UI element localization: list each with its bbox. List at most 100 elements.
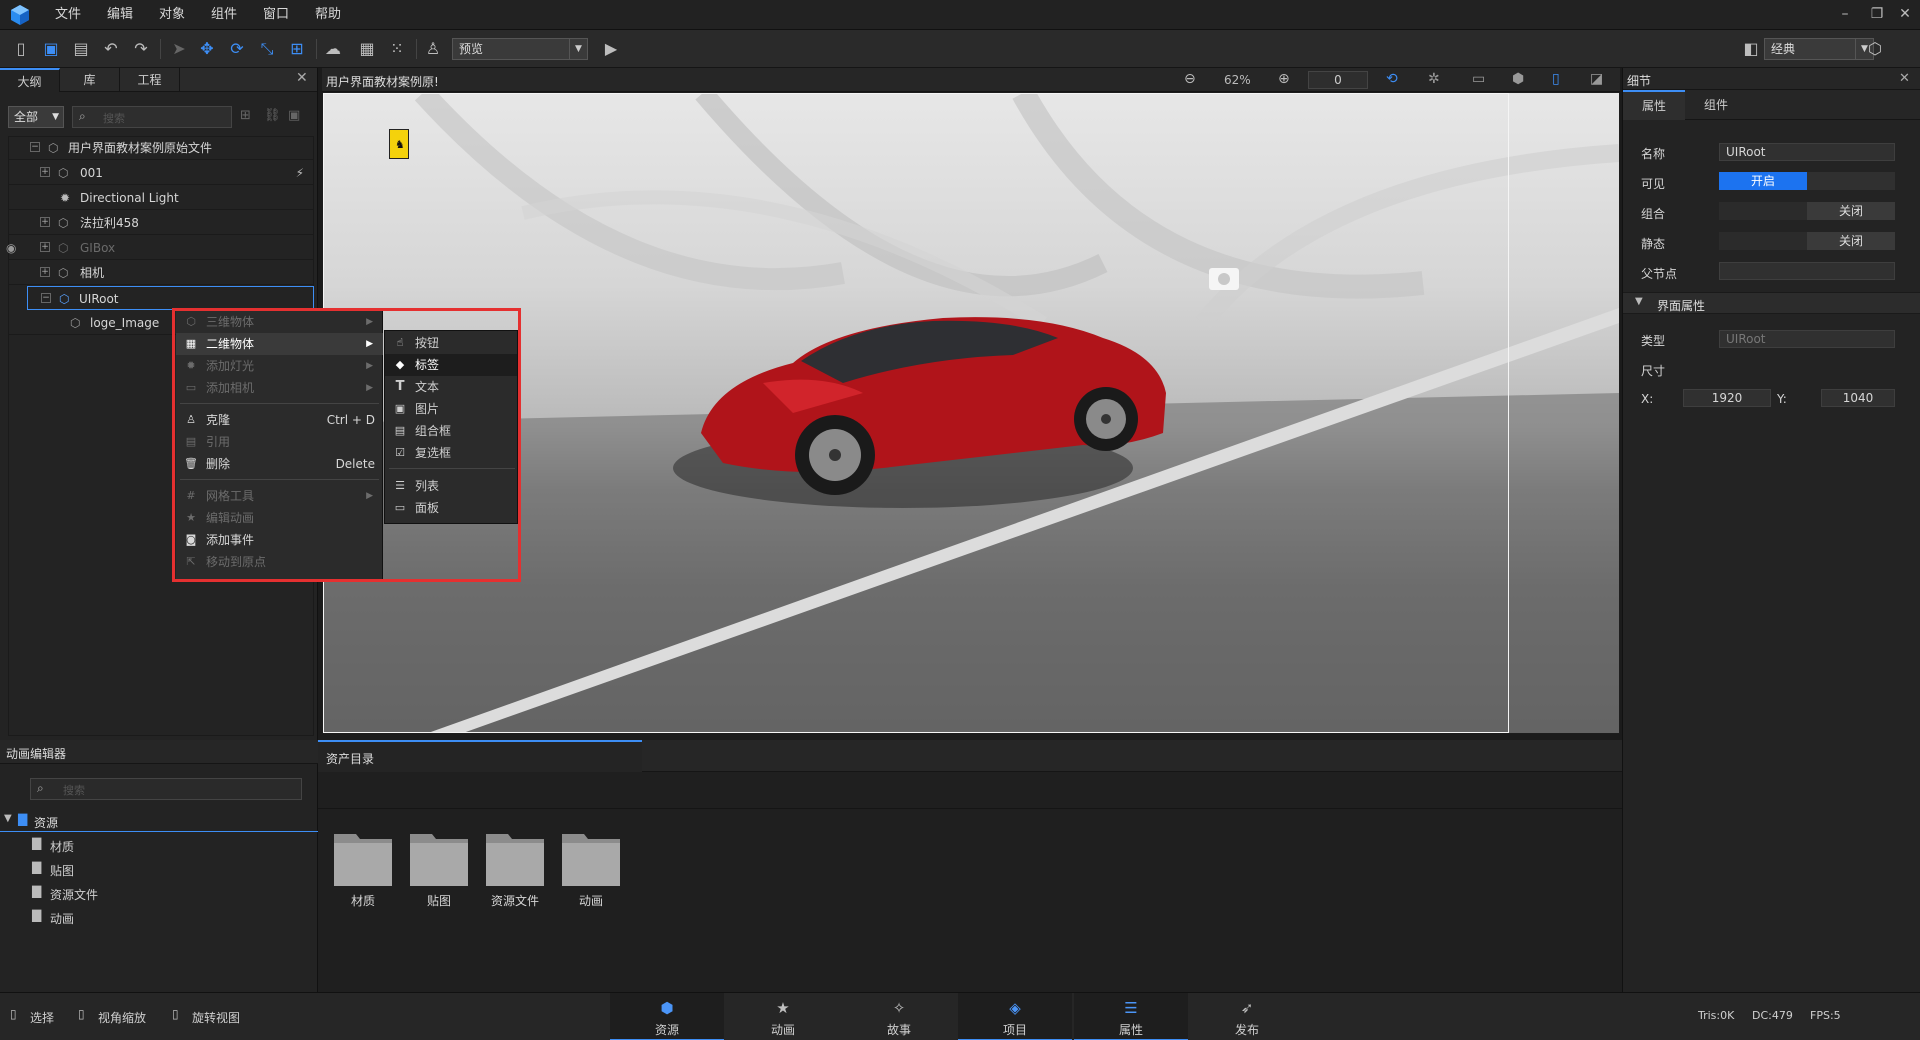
nav-project[interactable]: ◈ 项目 [958,993,1072,1040]
minimize-icon[interactable]: – [1834,4,1856,24]
collapse-icon[interactable]: − [30,142,40,152]
tab-asset-catalog[interactable]: 资产目录 [318,740,642,772]
expand-icon[interactable]: + [40,267,50,277]
submenu-item-list[interactable]: ☰ 列表 [385,475,517,497]
group-toggle-on[interactable] [1719,202,1807,220]
redo-icon[interactable]: ↷ [130,38,152,60]
preview-mode-select[interactable]: 预览 ▼ [452,38,588,60]
outline-search[interactable]: ⌕ 搜索 [72,106,232,128]
submenu-item-text[interactable]: T 文本 [385,376,517,398]
menu-object[interactable]: 对象 [159,0,185,30]
tree-item-light[interactable]: ✹ Directional Light [8,186,314,210]
visible-toggle[interactable]: 开启 [1719,172,1807,190]
expand-icon[interactable]: + [40,167,50,177]
scale-icon[interactable]: ⤡ [256,38,278,60]
menu-item-delete[interactable]: 🗑 删除 Delete [176,453,383,475]
rotate-icon[interactable]: ⟳ [226,38,248,60]
tab-properties[interactable]: 属性 [1623,90,1685,120]
folder-icon[interactable] [484,828,546,888]
menu-help[interactable]: 帮助 [315,0,341,30]
box-icon[interactable]: ⬢ [1512,71,1524,87]
zoom-in-icon[interactable]: ⊕ [1278,71,1290,87]
tree-item-001[interactable]: + ⬡ 001 ⚡ [8,161,314,185]
section-ui-properties[interactable]: ▼ 界面属性 [1623,292,1920,314]
nav-animation[interactable]: ★ 动画 [726,993,840,1040]
close-window-icon[interactable]: ✕ [1894,4,1916,24]
submenu-item-image[interactable]: ▣ 图片 [385,398,517,420]
submenu-item-button[interactable]: ☝ 按钮 [385,332,517,354]
static-toggle-on[interactable] [1719,232,1807,250]
menu-component[interactable]: 组件 [211,0,237,30]
phone-icon[interactable]: ▯ [1552,71,1560,87]
menu-item-add-camera[interactable]: ▭ 添加相机 ▶ [176,377,383,399]
visible-toggle-off[interactable] [1807,172,1895,190]
folder-icon[interactable] [332,828,394,888]
tree-item-uiroot[interactable]: − ⬡ UIRoot [27,286,314,310]
submenu-item-combobox[interactable]: ▤ 组合框 [385,420,517,442]
cloud-icon[interactable]: ☁ [322,38,344,60]
folder-icon[interactable] [560,828,622,888]
group-toggle[interactable]: 关闭 [1807,202,1895,220]
submenu-item-checkbox[interactable]: ☑ 复选框 [385,442,517,464]
play-icon[interactable]: ▶ [600,38,622,60]
static-toggle[interactable]: 关闭 [1807,232,1895,250]
sync-icon[interactable]: ⟲ [1386,71,1398,87]
tree-item-camera[interactable]: + ⬡ 相机 [8,261,314,285]
tree-item-root[interactable]: − ⬡ 用户界面教材案例原始文件 [8,136,314,160]
folder-icon[interactable] [408,828,470,888]
menu-item-add-event[interactable]: ◙ 添加事件 [176,529,383,551]
eye-icon[interactable]: ◉ [6,236,16,260]
expand-icon[interactable]: + [40,242,50,252]
grid-icon[interactable]: ▦ [356,38,378,60]
select-arrow-icon[interactable]: ➤ [168,38,190,60]
ferrari-logo-image[interactable]: ♞ [389,129,409,159]
bug-icon[interactable]: ✲ [1428,71,1440,87]
tree-item-gibox[interactable]: ◉ + ⬡ GIBox [6,236,314,260]
restore-icon[interactable]: ❐ [1866,4,1888,24]
menu-item-3d-object[interactable]: ⬡ 三维物体 ▶ [176,311,383,333]
close-panel-icon[interactable]: ✕ [1899,71,1910,86]
tree-item-ferrari[interactable]: + ⬡ 法拉利458 [8,211,314,235]
menu-item-add-light[interactable]: ✹ 添加灯光 ▶ [176,355,383,377]
submenu-item-panel[interactable]: ▭ 面板 [385,497,517,519]
close-panel-icon[interactable]: ✕ [296,70,308,86]
menu-item-move-to-origin[interactable]: ⇱ 移动到原点 [176,551,383,573]
move-icon[interactable]: ✥ [196,38,218,60]
menu-item-clone[interactable]: ♙ 克隆 Ctrl + D [176,409,383,431]
anim-search[interactable]: ⌕ 搜索 [30,778,302,800]
collapse-icon[interactable]: − [41,293,51,303]
menu-window[interactable]: 窗口 [263,0,289,30]
run-icon[interactable]: ⚡ [296,161,304,185]
snap-icon[interactable]: ⊞ [286,38,308,60]
dot-grid-icon[interactable]: ⁙ [386,38,408,60]
tab-library[interactable]: 库 [60,68,120,92]
user-icon[interactable]: ♙ [422,38,444,60]
zoom-out-icon[interactable]: ⊖ [1184,71,1196,87]
image-icon[interactable]: ▣ [288,108,300,123]
save-all-icon[interactable]: ▤ [70,38,92,60]
new-file-icon[interactable]: ▯ [10,38,32,60]
name-field[interactable]: UIRoot [1719,143,1895,161]
size-y-field[interactable]: 1040 [1821,389,1895,407]
menu-item-mesh-tools[interactable]: # 网格工具 ▶ [176,485,383,507]
settings-hex-icon[interactable]: ⬡ [1864,38,1886,60]
menu-file[interactable]: 文件 [55,0,81,30]
layout-icon[interactable]: ◧ [1740,38,1762,60]
nav-properties[interactable]: ☰ 属性 [1074,993,1188,1040]
save-icon[interactable]: ▣ [40,38,62,60]
link-icon[interactable]: ⛓ [264,108,281,123]
layout-select[interactable]: 经典 ▼ [1764,38,1874,60]
expand-icon[interactable]: + [40,217,50,227]
tab-components[interactable]: 组件 [1685,90,1747,120]
nav-publish[interactable]: ➶ 发布 [1190,993,1304,1040]
menu-item-edit-animation[interactable]: ★ 编辑动画 [176,507,383,529]
submenu-item-label[interactable]: ◆ 标签 [385,354,517,376]
size-x-field[interactable]: 1920 [1683,389,1771,407]
tab-project[interactable]: 工程 [120,68,180,92]
undo-icon[interactable]: ↶ [100,38,122,60]
filter-tree-icon[interactable]: ⊞ [240,108,251,123]
nav-story[interactable]: ✧ 故事 [842,993,956,1040]
frame-input[interactable]: 0 [1308,71,1368,89]
menu-item-2d-object[interactable]: ▦ 二维物体 ▶ [176,333,383,355]
parent-field[interactable] [1719,262,1895,280]
